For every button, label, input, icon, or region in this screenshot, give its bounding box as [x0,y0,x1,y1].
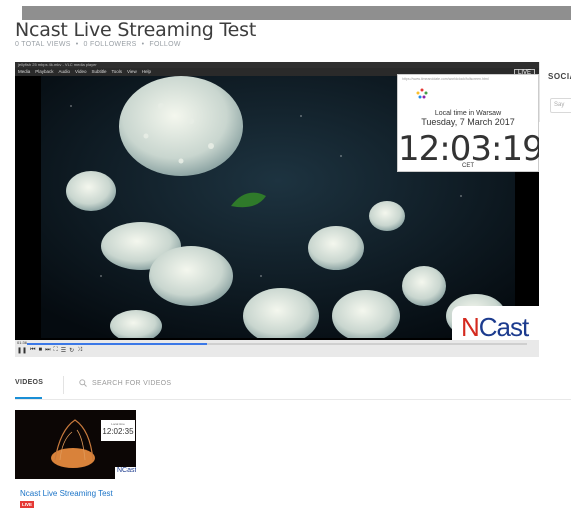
vlc-menu-tools: Tools [111,69,123,74]
search-videos-label: SEARCH FOR VIDEOS [92,379,172,387]
world-clock-overlay: https://www.timeanddate.com/worldclock/f… [397,74,539,172]
followers-count: 0 FOLLOWERS [83,41,137,48]
elapsed-time: 01:36 [17,340,28,345]
clock-location-label: Local time in Warsaw [434,110,502,117]
channel-stats: 0 TOTAL VIEWS • 0 FOLLOWERS • FOLLOW [15,41,181,48]
playlist-icon[interactable]: ☰ [61,347,66,354]
thumbnail-brand: NCast [115,467,136,479]
clock-timezone: CET [462,163,474,169]
tab-active-underline [15,397,42,399]
social-heading: SOCIA [548,72,571,81]
live-badge: LIVE [20,501,35,508]
clock-date: Tuesday, 7 March 2017 [421,117,515,127]
video-player[interactable]: jellyfish 25 mbps 4k.mkv - VLC media pla… [15,62,539,357]
channel-title: Ncast Live Streaming Test [15,19,257,41]
vlc-menu-audio: Audio [58,69,71,74]
social-panel: SOCIA Say [539,62,571,122]
next-icon[interactable]: ⏭ [45,347,50,354]
fullscreen-icon[interactable]: ⛶ [54,347,58,354]
video-thumbnail[interactable]: Local time 12:02:35 NCast [15,410,136,479]
top-banner-bar [22,6,571,20]
playback-buttons: ❚❚ ⏮ ■ ⏭ ⛶ ☰ ↻ ⤨ [17,347,82,354]
search-videos[interactable]: SEARCH FOR VIDEOS [79,379,171,387]
stats-separator: • [141,41,145,48]
tab-videos[interactable]: VIDEOS [15,379,43,386]
stop-icon[interactable]: ■ [38,347,42,354]
loop-icon[interactable]: ↻ [69,347,74,354]
content-tabs: VIDEOS SEARCH FOR VIDEOS [15,372,571,400]
search-icon [79,379,87,387]
vlc-menu-view: View [127,69,137,74]
clock-url: https://www.timeanddate.com/worldclock/f… [402,77,489,81]
vlc-menu-media: Media [18,69,31,74]
vlc-menu-help: Help [141,69,151,74]
vlc-menu-playback: Playback [35,69,54,74]
vlc-menu-video: Video [75,69,87,74]
social-input[interactable]: Say [550,98,571,113]
vlc-controls: 01:36 ❚❚ ⏮ ■ ⏭ ⛶ ☰ ↻ ⤨ [15,340,539,357]
tab-divider [63,376,64,394]
timeanddate-logo-icon [416,88,428,99]
thumbnail-clock: Local time 12:02:35 [101,420,135,441]
total-views: 0 TOTAL VIEWS [15,41,71,48]
prev-icon[interactable]: ⏮ [30,347,35,354]
video-card-title[interactable]: Ncast Live Streaming Test [20,489,113,498]
pause-icon[interactable]: ❚❚ [17,347,27,354]
follow-link[interactable]: FOLLOW [149,41,180,48]
seek-progress[interactable] [27,343,207,345]
stats-separator: • [75,41,79,48]
vlc-menu-subtitle: Subtitle [91,69,107,74]
shuffle-icon[interactable]: ⤨ [77,347,82,354]
